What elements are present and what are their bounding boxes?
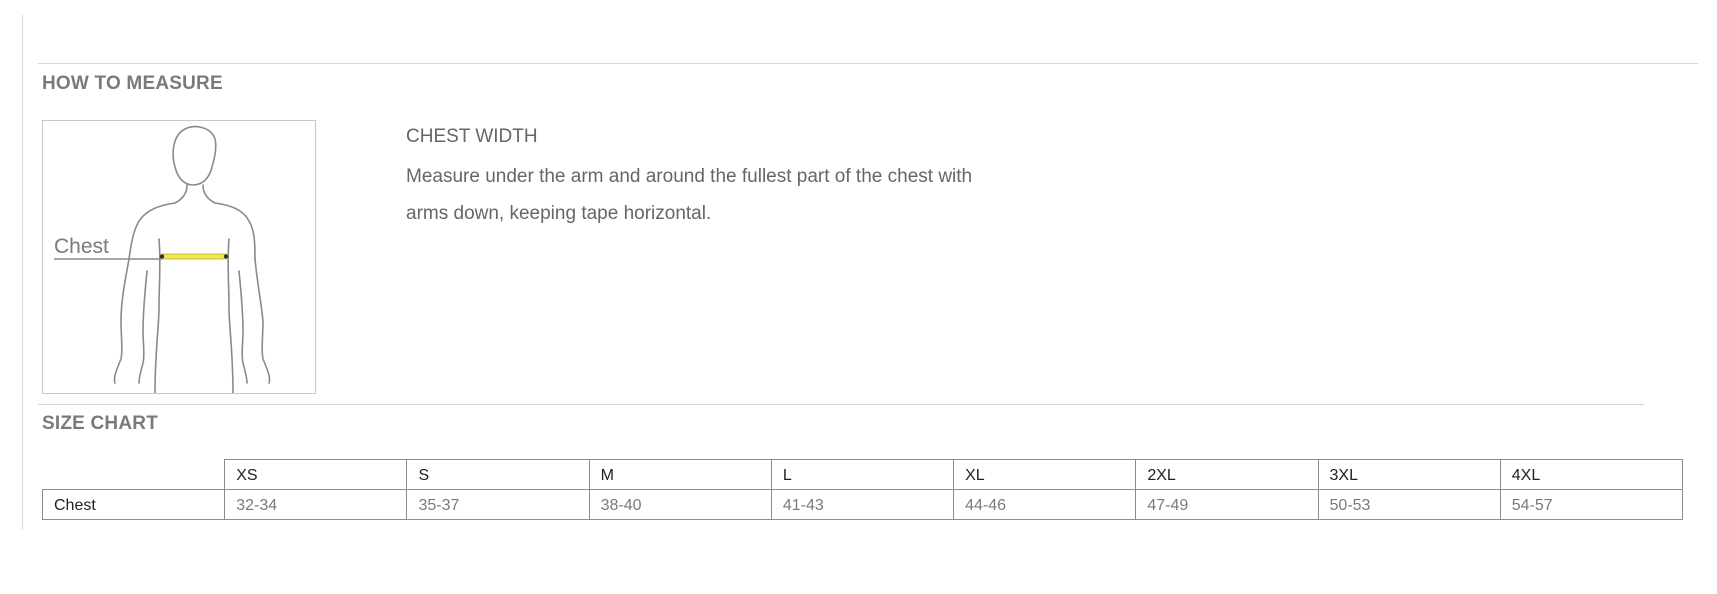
size-header-cell: XL [953, 459, 1137, 490]
body-outline-icon: Chest [54, 125, 271, 393]
measurement-cell: 50-53 [1317, 489, 1501, 520]
measurement-cell: 54-57 [1499, 489, 1684, 520]
measurement-cell: 44-46 [953, 489, 1137, 520]
size-chart-heading: SIZE CHART [42, 413, 158, 434]
size-chart-table: XS S M L XL 2XL 3XL 4XL Chest 32-34 35-3… [41, 459, 1684, 520]
measurement-cell: 32-34 [224, 489, 408, 520]
size-header-cell: L [770, 459, 955, 490]
chest-figure-label: Chest [54, 235, 109, 258]
measure-description: Measure under the arm and around the ful… [406, 166, 973, 224]
size-header-cell: 4XL [1499, 459, 1684, 490]
size-header-cell: M [588, 459, 772, 490]
size-header-cell: S [406, 459, 590, 490]
measurement-cell: 41-43 [770, 489, 955, 520]
section-divider [38, 404, 1644, 405]
table-row: Chest 32-34 35-37 38-40 41-43 44-46 47-4… [41, 489, 1684, 520]
measure-instructions: CHEST WIDTH Measure under the arm and ar… [406, 126, 986, 232]
measurement-cell: 47-49 [1135, 489, 1319, 520]
size-header-row: XS S M L XL 2XL 3XL 4XL [42, 459, 1684, 490]
top-divider [38, 63, 1698, 64]
table-corner-cell [42, 459, 226, 490]
chest-measure-illustration: Chest [42, 120, 316, 394]
left-divider [22, 15, 23, 530]
measurement-cell: 38-40 [588, 489, 772, 520]
size-header-cell: 3XL [1317, 459, 1501, 490]
size-header-cell: 2XL [1135, 459, 1319, 490]
size-header-cell: XS [224, 459, 408, 490]
measurement-cell: 35-37 [406, 489, 590, 520]
row-label-chest: Chest [41, 489, 226, 520]
measure-title: CHEST WIDTH [406, 126, 538, 147]
how-to-measure-heading: HOW TO MEASURE [42, 73, 223, 94]
